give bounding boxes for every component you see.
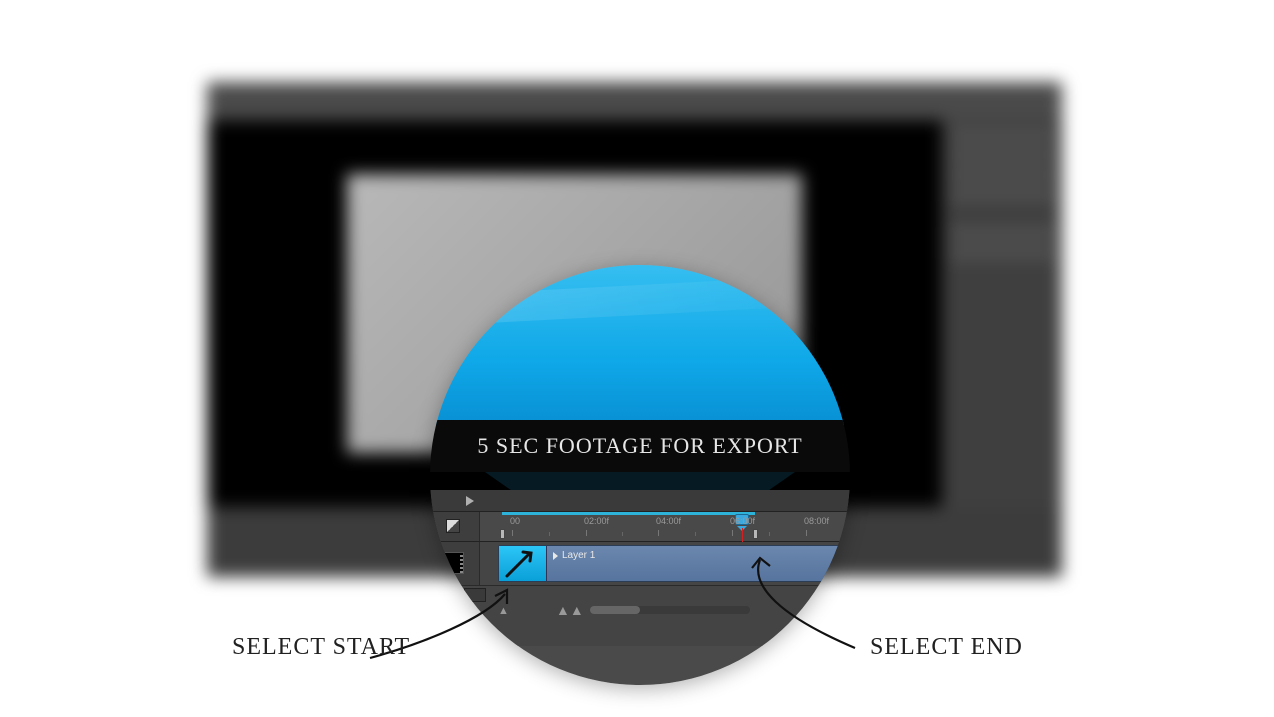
timeline-ruler-row: 0002:00f04:00f06:00f08:00f10:00 bbox=[430, 512, 850, 542]
zoom-in-icon[interactable]: ▲▲ bbox=[556, 602, 584, 618]
ruler-minor-tick bbox=[622, 532, 623, 536]
ruler-tick bbox=[586, 530, 587, 536]
work-area-start-handle[interactable] bbox=[500, 529, 505, 539]
select-end-label: SELECT END bbox=[870, 634, 1023, 661]
ruler-label: 08:00f bbox=[804, 516, 829, 526]
ruler-tick bbox=[732, 530, 733, 536]
track-left-gutter bbox=[430, 542, 480, 585]
annotation-banner-text: 5 SEC FOOTAGE FOR EXPORT bbox=[477, 433, 802, 459]
work-area-end-handle[interactable] bbox=[753, 529, 758, 539]
ruler-tick bbox=[512, 530, 513, 536]
filmstrip-icon bbox=[442, 552, 464, 574]
ruler-tick bbox=[658, 530, 659, 536]
ruler-label: 02:00f bbox=[584, 516, 609, 526]
ruler-tick bbox=[806, 530, 807, 536]
ruler-label: 00 bbox=[510, 516, 520, 526]
panel-row bbox=[950, 246, 1054, 260]
panel-row bbox=[950, 128, 1054, 142]
magnifier-video-preview bbox=[430, 265, 850, 425]
zoom-scrollbar[interactable] bbox=[590, 606, 750, 614]
clip-label: Layer 1 bbox=[547, 546, 601, 565]
clip-name: Layer 1 bbox=[562, 550, 595, 561]
work-area-bar[interactable] bbox=[502, 512, 755, 515]
right-panel bbox=[942, 120, 1062, 507]
panel-row bbox=[950, 188, 1054, 202]
panel-row bbox=[950, 168, 1054, 182]
ruler-label: 06:00f bbox=[730, 516, 755, 526]
timeline-transport-row bbox=[430, 490, 850, 512]
ruler-minor-tick bbox=[843, 532, 844, 536]
ruler-minor-tick bbox=[695, 532, 696, 536]
ruler-minor-tick bbox=[769, 532, 770, 536]
timeline-ruler[interactable]: 0002:00f04:00f06:00f08:00f10:00 bbox=[480, 512, 850, 541]
start-arrow-annotation bbox=[365, 588, 525, 678]
clip-thumbnail bbox=[499, 546, 547, 581]
select-start-label: SELECT START bbox=[232, 634, 410, 661]
panel-row bbox=[950, 226, 1054, 240]
disclosure-triangle-icon[interactable] bbox=[553, 552, 558, 560]
annotation-banner: 5 SEC FOOTAGE FOR EXPORT bbox=[430, 420, 850, 472]
ruler-minor-tick bbox=[549, 532, 550, 536]
play-icon[interactable] bbox=[466, 496, 474, 506]
end-arrow-annotation bbox=[740, 556, 880, 676]
panel-row bbox=[950, 148, 1054, 162]
ruler-label: 04:00f bbox=[656, 516, 681, 526]
swatch-icon bbox=[446, 519, 460, 533]
app-menubar bbox=[207, 82, 1062, 120]
ruler-left-block bbox=[430, 512, 480, 541]
